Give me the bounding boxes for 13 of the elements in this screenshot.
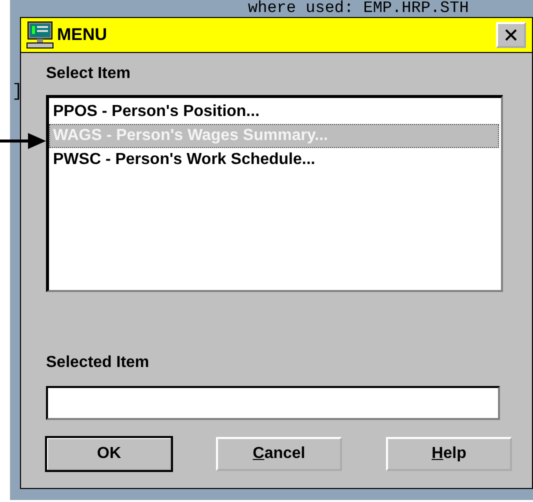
field-label: Selected Item [46,354,150,372]
close-icon [504,28,518,42]
window-title: MENU [57,25,108,45]
dialog-button[interactable]: Cancel [216,437,342,471]
list-item[interactable]: PWSC - Person's Work Schedule... [49,148,499,172]
list-item[interactable]: PPOS - Person's Position... [49,100,499,124]
dialog-button[interactable]: OK [46,437,172,471]
list-label: Select Item [46,65,132,83]
background-text: ] [12,82,23,102]
close-button[interactable] [496,22,526,48]
input-field[interactable] [46,386,500,420]
dialog-button[interactable]: Help [386,437,512,471]
background-text: where used: EMP.HRP.STH [248,1,469,16]
